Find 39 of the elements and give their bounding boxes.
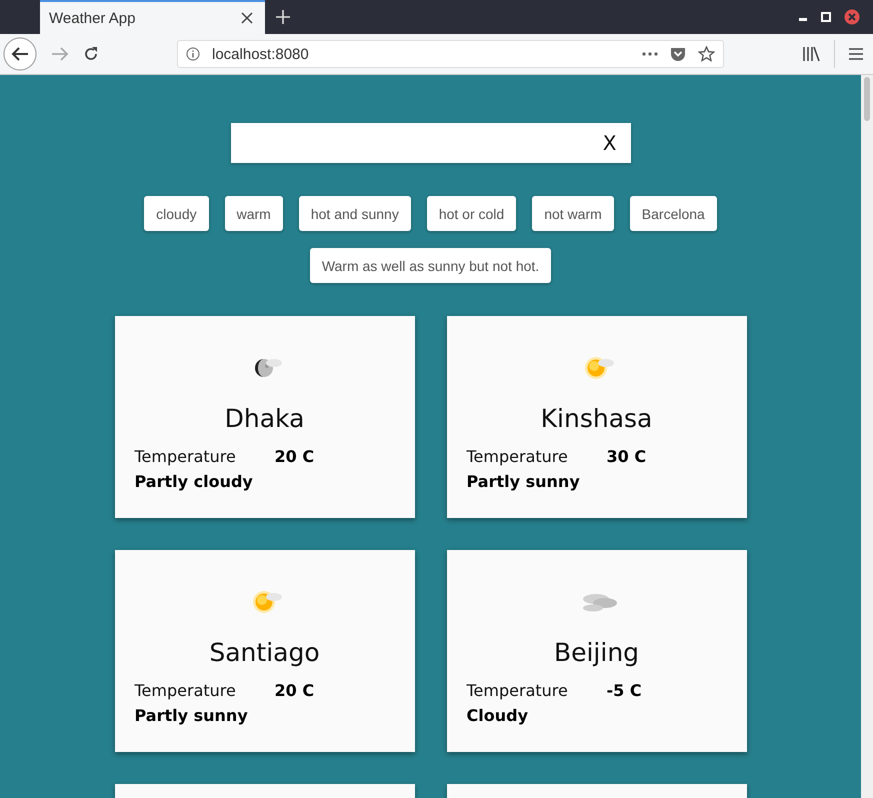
city-name: Dhaka	[224, 404, 306, 433]
temperature-label: Temperature	[134, 447, 237, 466]
star-icon[interactable]	[698, 46, 715, 62]
city-name: Kinshasa	[540, 404, 654, 433]
suggestion-button[interactable]: hot and sunny	[298, 196, 411, 231]
maximize-icon[interactable]	[821, 12, 831, 22]
suggestion-button[interactable]: cloudy	[144, 196, 209, 231]
temperature-value: 30 C	[606, 447, 646, 466]
suggestion-button[interactable]: Barcelona	[630, 196, 717, 231]
close-icon[interactable]	[241, 12, 253, 24]
suggestion-button[interactable]: Warm as well as sunny but not hot.	[310, 248, 552, 283]
temperature-value: -5 C	[606, 681, 642, 700]
suggestion-button[interactable]: hot or cold	[426, 196, 516, 231]
library-icon[interactable]	[802, 46, 820, 62]
city-name: Santiago	[208, 638, 321, 667]
browser-tab[interactable]: Weather App	[40, 0, 265, 34]
info-icon	[186, 47, 200, 61]
pocket-icon[interactable]	[670, 46, 686, 62]
temperature-label: Temperature	[134, 681, 237, 700]
address-bar[interactable]: localhost:8080	[177, 40, 724, 68]
more-icon[interactable]	[642, 52, 658, 56]
clear-button[interactable]: X	[602, 131, 616, 155]
condition-text: Partly sunny	[466, 472, 581, 491]
condition-text: Cloudy	[466, 706, 529, 725]
temperature-label: Temperature	[466, 681, 569, 700]
temperature-value: 20 C	[274, 681, 314, 700]
condition-text: Partly sunny	[134, 706, 249, 725]
back-icon[interactable]	[3, 37, 37, 71]
search-field[interactable]	[230, 123, 630, 163]
temperature-value: 20 C	[274, 447, 314, 466]
menu-icon[interactable]	[849, 48, 863, 60]
suggestion-button[interactable]: warm	[224, 196, 283, 231]
scrollbar-thumb[interactable]	[864, 77, 870, 121]
temperature-label: Temperature	[466, 447, 569, 466]
reload-icon[interactable]	[83, 46, 99, 62]
suggestion-button[interactable]: not warm	[532, 196, 614, 231]
city-name: Beijing	[552, 638, 640, 667]
new-tab-icon[interactable]	[275, 9, 291, 25]
condition-text: Partly cloudy	[134, 472, 254, 491]
